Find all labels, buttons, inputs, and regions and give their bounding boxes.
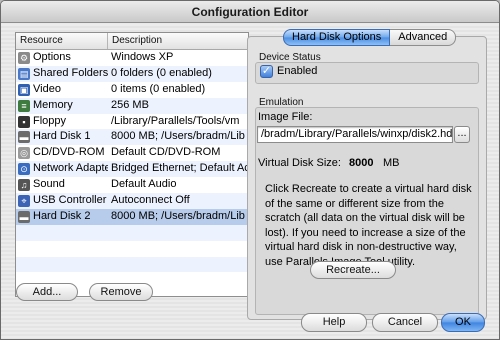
resource-name: Shared Folders: [33, 66, 108, 79]
enabled-label[interactable]: Enabled: [277, 65, 317, 77]
hard-disk-icon: ▬: [18, 210, 30, 223]
resource-description: Default CD/DVD-ROM: [111, 146, 221, 159]
resource-cell: ▣ Video: [16, 82, 108, 98]
column-header-resource[interactable]: Resource: [16, 33, 108, 49]
disk-size-value: 8000: [349, 157, 374, 169]
recreate-description: Click Recreate to create a virtual hard …: [265, 183, 472, 268]
resource-name: CD/DVD-ROM 1: [33, 146, 108, 159]
resource-name: Sound: [33, 178, 65, 191]
help-button[interactable]: Help: [301, 313, 367, 332]
tab-advanced[interactable]: Advanced: [390, 29, 457, 46]
table-row[interactable]: ⚙ Options Windows XP: [16, 50, 248, 66]
table-row[interactable]: ♫ Sound Default Audio: [16, 177, 248, 193]
resource-cell: ▪ Floppy: [16, 114, 108, 130]
empty-table-row: [16, 256, 248, 273]
options-tabs: Hard Disk Options Advanced: [283, 29, 457, 46]
hard-disk-icon: ▬: [18, 131, 30, 144]
resource-description: 8000 MB; /Users/bradm/Lib: [111, 209, 245, 222]
table-row[interactable]: ◎ CD/DVD-ROM 1 Default CD/DVD-ROM: [16, 145, 248, 161]
resource-cell: ⊙ Network Adapter: [16, 161, 108, 177]
window-title: Configuration Editor: [1, 1, 499, 23]
resource-description: Windows XP: [111, 51, 174, 63]
table-row[interactable]: ▬ Hard Disk 1 8000 MB; /Users/bradm/Lib: [16, 129, 248, 146]
checkmark-icon: ✓: [261, 65, 272, 77]
recreate-button[interactable]: Recreate...: [310, 261, 396, 279]
resource-cell: ▬ Hard Disk 2: [16, 209, 108, 225]
table-row[interactable]: ▬ Hard Disk 2 8000 MB; /Users/bradm/Lib: [16, 208, 248, 225]
browse-button[interactable]: ...: [454, 126, 470, 143]
empty-table-row: [16, 224, 248, 241]
resource-cell: ◎ CD/DVD-ROM 1: [16, 145, 108, 161]
disk-size-unit: MB: [383, 157, 400, 169]
table-row[interactable]: ▣ Video 0 items (0 enabled): [16, 82, 248, 98]
table-row[interactable]: ▪ Floppy/Library/Parallels/Tools/vm: [16, 114, 248, 130]
resource-name: Hard Disk 2: [33, 209, 91, 222]
table-header: Resource Description: [16, 33, 248, 50]
resource-cell: ⚙ Options: [16, 50, 108, 66]
resource-description: Default Audio: [111, 178, 177, 191]
resource-cell: ⌖ USB Controller: [16, 193, 108, 209]
resource-name: Hard Disk 1: [33, 130, 91, 143]
resource-name: Floppy: [33, 114, 67, 127]
table-row[interactable]: ⊙ Network Adapter Bridged Ethernet; Defaul…: [16, 161, 248, 178]
resource-name: Video: [33, 82, 61, 95]
resource-name: Memory: [33, 98, 73, 111]
video-icon: ▣: [18, 83, 30, 96]
resource-description: Autoconnect Off: [111, 194, 190, 207]
usb-icon: ⌖: [18, 194, 30, 207]
tab-hard-disk-options[interactable]: Hard Disk Options: [283, 29, 391, 46]
resource-cell: ▤ Shared Folders: [16, 66, 108, 82]
add-button[interactable]: Add...: [16, 283, 78, 301]
cancel-button[interactable]: Cancel: [372, 313, 438, 332]
memory-icon: ≡: [18, 99, 30, 112]
resource-table[interactable]: Resource Description ⚙ Options Windows XP ▤…: [15, 32, 249, 297]
image-file-field[interactable]: /bradm/Library/Parallels/winxp/disk2.hdd: [257, 126, 453, 143]
resource-description: 8000 MB; /Users/bradm/Lib: [111, 130, 245, 143]
options-icon: ⚙: [18, 51, 30, 64]
column-header-description[interactable]: Description: [108, 33, 248, 49]
resource-description: /Library/Parallels/Tools/vm: [111, 114, 240, 127]
resource-description: 0 items (0 enabled): [111, 82, 206, 95]
cd-icon: ◎: [18, 147, 30, 160]
resource-name: Options: [33, 51, 71, 63]
resource-cell: ≡ Memory: [16, 98, 108, 114]
resource-cell: ♫ Sound: [16, 177, 108, 193]
resource-description: Bridged Ethernet; Default Ac: [111, 162, 248, 175]
resource-name: USB Controller: [33, 194, 107, 207]
table-row[interactable]: ▤ Shared Folders 0 folders (0 enabled): [16, 65, 248, 82]
table-row[interactable]: ≡ Memory 256 MB: [16, 97, 248, 114]
shared-folders-icon: ▤: [18, 67, 30, 80]
table-row[interactable]: ⌖ USB Controller Autoconnect Off: [16, 193, 248, 209]
sound-icon: ♫: [18, 179, 30, 192]
ok-button[interactable]: OK: [441, 313, 485, 332]
image-file-label: Image File:: [258, 111, 313, 123]
window-content: Resource Description ⚙ Options Windows XP ▤…: [1, 24, 499, 339]
resource-cell: ▬ Hard Disk 1: [16, 129, 108, 145]
enabled-checkbox[interactable]: ✓: [260, 65, 273, 78]
resource-name: Network Adapter: [33, 162, 108, 175]
floppy-icon: ▪: [18, 115, 30, 128]
resource-rows: ⚙ Options Windows XP ▤ Shared Folders 0 folde…: [16, 50, 248, 288]
resource-description: 256 MB: [111, 98, 149, 111]
disk-size-label: Virtual Disk Size:: [258, 157, 341, 169]
resource-description: 0 folders (0 enabled): [111, 66, 212, 79]
network-icon: ⊙: [18, 163, 30, 176]
remove-button[interactable]: Remove: [89, 283, 153, 301]
configuration-editor-window: Configuration Editor Resource Descriptio…: [0, 0, 500, 340]
empty-table-row: [16, 241, 248, 257]
